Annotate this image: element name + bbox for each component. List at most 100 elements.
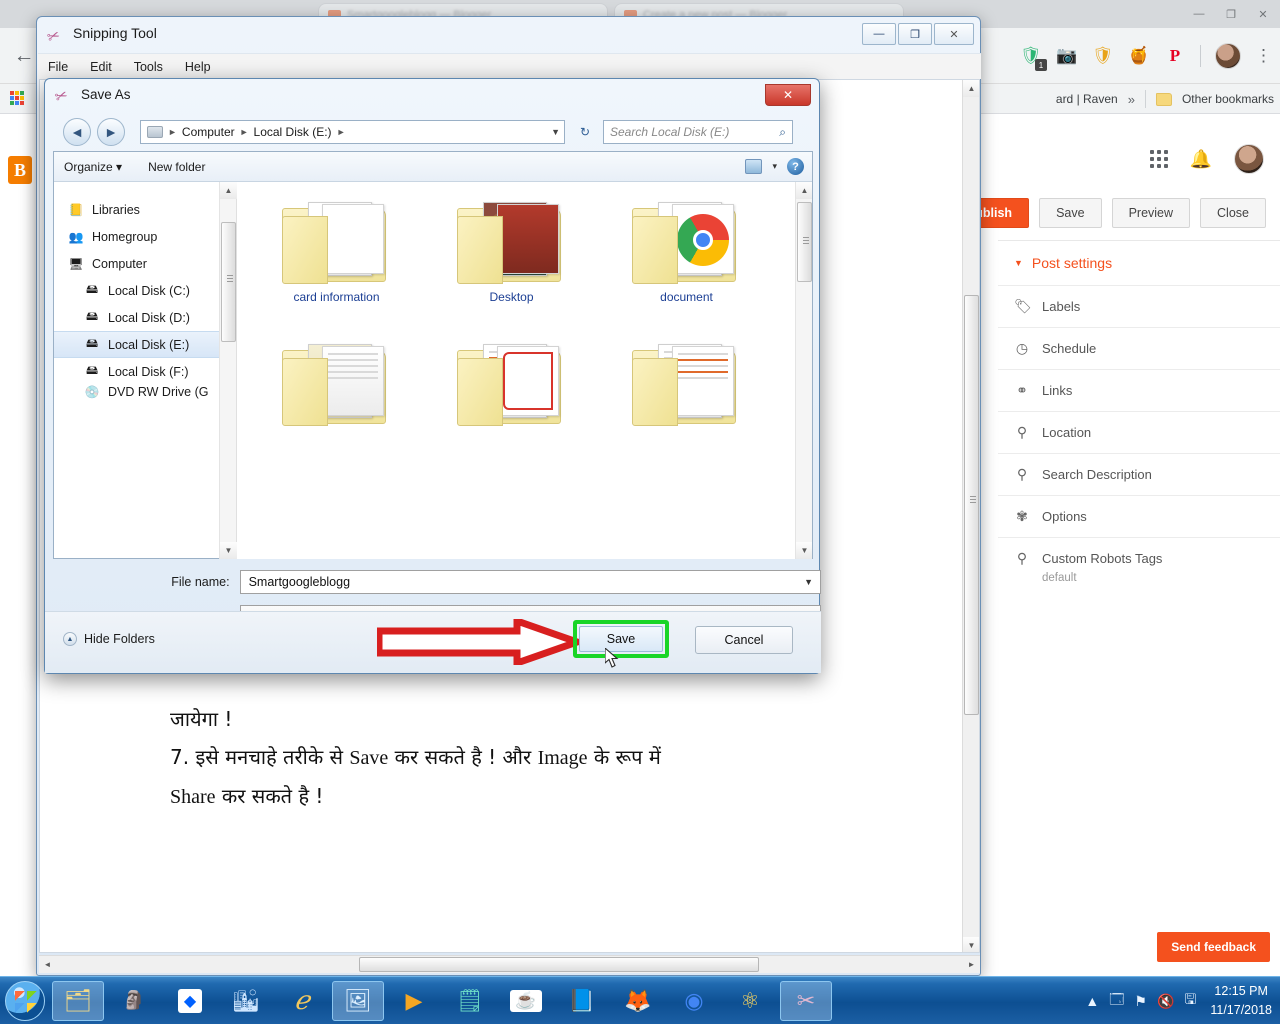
search-input[interactable]: Search Local Disk (E:) ⌕ — [603, 120, 793, 144]
settings-item-schedule[interactable]: ◷ Schedule — [998, 328, 1280, 370]
refresh-icon[interactable]: ↻ — [573, 120, 597, 144]
taskbar-item-media-player[interactable]: ▶ — [388, 981, 440, 1021]
preview-button[interactable]: Preview — [1111, 198, 1191, 228]
settings-item-links[interactable]: ⚭ Links — [998, 370, 1280, 412]
horizontal-scroll-thumb[interactable] — [359, 957, 759, 972]
bookmark-item-truncated[interactable]: ard | Raven — [1056, 92, 1118, 106]
browser-profile-avatar[interactable] — [1215, 43, 1241, 69]
camera-icon[interactable]: 📷 — [1056, 45, 1078, 67]
pinterest-icon[interactable]: P — [1164, 45, 1186, 67]
breadcrumb-computer[interactable]: Computer — [182, 125, 235, 139]
navigation-scrollbar[interactable]: ▲ ▼ — [219, 182, 237, 559]
vertical-scroll-thumb[interactable] — [964, 295, 979, 715]
back-arrow-icon[interactable]: ← — [10, 42, 38, 70]
back-button[interactable]: ◄ — [63, 118, 91, 146]
taskbar-item-file-explorer[interactable]: 🗂 — [52, 980, 104, 1021]
tree-item-local-disk-f[interactable]: 🖴 Local Disk (F:) — [54, 358, 236, 385]
snipping-tool-titlebar[interactable]: ✂ Snipping Tool — ❐ ✕ — [37, 17, 980, 53]
nav-scroll-thumb[interactable] — [221, 222, 236, 342]
organize-button[interactable]: Organize ▾ — [64, 160, 122, 174]
canvas-vertical-scrollbar[interactable]: ▲ ▼ — [962, 80, 979, 952]
close-button[interactable]: Close — [1200, 198, 1266, 228]
scroll-left-icon[interactable]: ◄ — [39, 956, 56, 973]
lastpass-icon[interactable]: 🛡 — [1092, 45, 1114, 67]
taskbar-item-network[interactable]: 🏙 — [220, 981, 272, 1021]
tree-item-libraries[interactable]: 📒 Libraries — [54, 196, 236, 223]
scroll-right-icon[interactable]: ► — [963, 956, 980, 973]
save-button[interactable]: Save — [579, 626, 663, 652]
apps-shortcut-icon[interactable] — [10, 91, 26, 107]
send-feedback-button[interactable]: Send feedback — [1157, 932, 1270, 962]
taskbar-item-chrome[interactable]: ◉ — [668, 981, 720, 1021]
canvas-horizontal-scrollbar[interactable]: ◄ ► — [39, 955, 980, 973]
view-layout-icon[interactable] — [745, 159, 763, 174]
file-list-scrollbar[interactable]: ▲ ▼ — [795, 182, 812, 559]
taskbar-item-document-app[interactable]: 📘 — [556, 981, 608, 1021]
folder-item[interactable]: card information — [249, 192, 424, 334]
taskbar-item-internet-explorer[interactable]: ℯ — [276, 981, 328, 1021]
volume-muted-icon[interactable]: 🔇 — [1157, 993, 1174, 1010]
menu-edit[interactable]: Edit — [90, 60, 112, 74]
taskbar-item-java[interactable]: ☕ — [500, 981, 552, 1021]
tree-item-dvd-rw-drive[interactable]: 💿 DVD RW Drive (G — [54, 385, 236, 399]
folder-item[interactable]: document — [599, 192, 774, 334]
action-center-icon[interactable]: 🗔 — [1109, 989, 1124, 1013]
settings-item-search-description[interactable]: ⚲ Search Description — [998, 454, 1280, 496]
taskbar-item-firefox[interactable]: 🦊 — [612, 981, 664, 1021]
minimize-icon[interactable]: — — [1186, 4, 1212, 24]
maximize-icon[interactable]: ❐ — [1218, 4, 1244, 24]
taskbar-item-snip-editor[interactable]: 🖼 — [332, 980, 384, 1021]
taskbar-item-atom-app[interactable]: ⚛ — [724, 981, 776, 1021]
notifications-bell-icon[interactable]: 🔔 — [1190, 149, 1212, 170]
post-settings-header[interactable]: ▼ Post settings — [998, 240, 1280, 286]
start-button[interactable] — [2, 980, 48, 1022]
taskbar-item-snipping-tool[interactable]: ✂ — [780, 980, 832, 1021]
network-flag-icon[interactable]: ⚑ — [1134, 993, 1147, 1010]
folder-item[interactable]: OKJAANU Desktop — [424, 192, 599, 334]
tree-item-local-disk-c[interactable]: 🖴 Local Disk (C:) — [54, 277, 236, 304]
other-bookmarks-label[interactable]: Other bookmarks — [1182, 92, 1274, 106]
forward-button[interactable]: ► — [97, 118, 125, 146]
close-icon[interactable]: ✕ — [1250, 4, 1276, 24]
breadcrumb-local-disk-e[interactable]: Local Disk (E:) — [254, 125, 332, 139]
scroll-up-icon[interactable]: ▲ — [796, 182, 812, 199]
device-icon[interactable]: 🖫 — [1184, 989, 1196, 1013]
settings-item-options[interactable]: ✾ Options — [998, 496, 1280, 538]
taskbar-item-dropbox[interactable]: ◆ — [164, 981, 216, 1021]
taskbar-item-green-app[interactable]: 🗒 — [444, 981, 496, 1021]
address-breadcrumb-bar[interactable]: ► Computer ► Local Disk (E:) ► ▼ — [140, 120, 565, 144]
account-avatar[interactable] — [1234, 144, 1264, 174]
file-name-input[interactable]: Smartgoogleblogg ▼ — [239, 570, 821, 594]
scroll-up-icon[interactable]: ▲ — [220, 182, 237, 199]
folder-item[interactable] — [599, 334, 774, 476]
hide-folders-button[interactable]: ▲ Hide Folders — [63, 632, 155, 646]
scroll-down-icon[interactable]: ▼ — [220, 542, 237, 559]
google-apps-icon[interactable] — [1149, 150, 1168, 168]
settings-item-labels[interactable]: 🏷 Labels — [998, 286, 1280, 328]
chevron-down-icon[interactable]: ▼ — [804, 577, 813, 587]
folder-item[interactable] — [249, 334, 424, 476]
scroll-down-icon[interactable]: ▼ — [796, 542, 812, 559]
new-folder-button[interactable]: New folder — [148, 160, 205, 174]
close-icon[interactable]: ✕ — [765, 84, 811, 106]
address-dropdown-icon[interactable]: ▼ — [551, 127, 560, 137]
taskbar-item-unknown-tool[interactable]: 🗿 — [108, 981, 160, 1021]
shield-check-icon[interactable]: 🛡 1 — [1020, 45, 1047, 71]
menu-file[interactable]: File — [48, 60, 68, 74]
menu-tools[interactable]: Tools — [134, 60, 163, 74]
tree-item-local-disk-d[interactable]: 🖴 Local Disk (D:) — [54, 304, 236, 331]
settings-item-custom-robots-tags[interactable]: ⚲ Custom Robots Tags default — [998, 538, 1280, 584]
chevron-down-icon[interactable]: ▾ — [772, 161, 777, 172]
file-scroll-thumb[interactable] — [797, 202, 812, 282]
save-button[interactable]: Save — [1039, 198, 1102, 228]
save-as-titlebar[interactable]: ✂ Save As ✕ — [45, 79, 819, 115]
folder-item[interactable] — [424, 334, 599, 476]
restore-icon[interactable]: ❐ — [898, 23, 932, 45]
scroll-up-icon[interactable]: ▲ — [963, 80, 979, 97]
chrome-menu-icon[interactable]: ⋮ — [1255, 46, 1272, 66]
help-icon[interactable]: ? — [787, 158, 804, 175]
bookmarks-overflow-icon[interactable]: » — [1128, 92, 1135, 107]
settings-item-location[interactable]: ⚲ Location — [998, 412, 1280, 454]
cancel-button[interactable]: Cancel — [695, 626, 793, 654]
close-icon[interactable]: ✕ — [934, 23, 974, 45]
